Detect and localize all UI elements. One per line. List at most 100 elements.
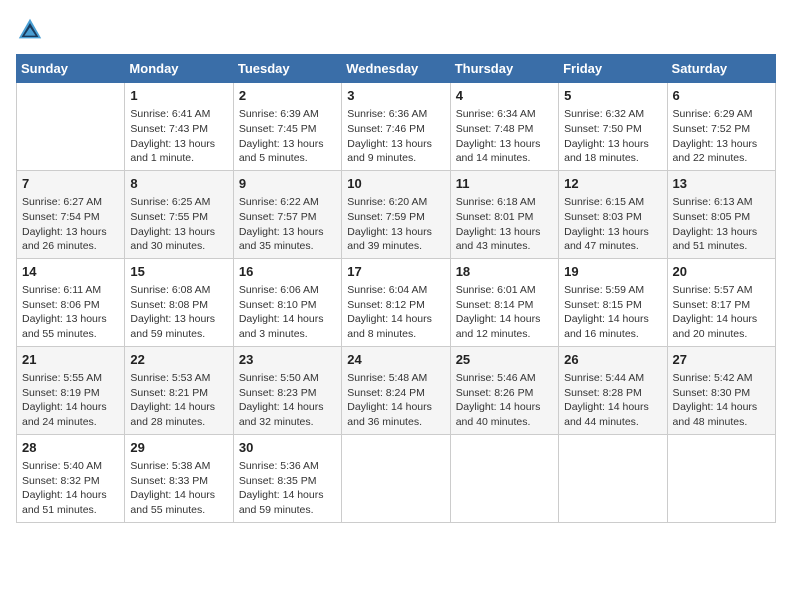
cell-text: Sunset: 8:05 PM [673, 210, 770, 225]
week-row-4: 21Sunrise: 5:55 AMSunset: 8:19 PMDayligh… [17, 346, 776, 434]
day-number: 4 [456, 87, 553, 105]
cell-text: Sunrise: 5:50 AM [239, 371, 336, 386]
calendar-cell: 8Sunrise: 6:25 AMSunset: 7:55 PMDaylight… [125, 170, 233, 258]
day-number: 27 [673, 351, 770, 369]
calendar-header-row: SundayMondayTuesdayWednesdayThursdayFrid… [17, 55, 776, 83]
cell-text: Sunset: 7:57 PM [239, 210, 336, 225]
cell-text: Sunset: 8:06 PM [22, 298, 119, 313]
calendar-cell [667, 434, 775, 522]
calendar-cell: 30Sunrise: 5:36 AMSunset: 8:35 PMDayligh… [233, 434, 341, 522]
day-number: 5 [564, 87, 661, 105]
cell-text: Sunrise: 5:59 AM [564, 283, 661, 298]
cell-text: and 26 minutes. [22, 239, 119, 254]
cell-text: Sunrise: 6:18 AM [456, 195, 553, 210]
cell-text: Daylight: 14 hours [22, 488, 119, 503]
cell-text: Sunset: 8:35 PM [239, 474, 336, 489]
calendar-cell: 4Sunrise: 6:34 AMSunset: 7:48 PMDaylight… [450, 83, 558, 171]
cell-text: Sunset: 8:10 PM [239, 298, 336, 313]
cell-text: Sunset: 8:21 PM [130, 386, 227, 401]
cell-text: Daylight: 13 hours [564, 137, 661, 152]
day-number: 22 [130, 351, 227, 369]
day-number: 16 [239, 263, 336, 281]
calendar-cell: 6Sunrise: 6:29 AMSunset: 7:52 PMDaylight… [667, 83, 775, 171]
cell-text: Sunset: 7:45 PM [239, 122, 336, 137]
column-header-wednesday: Wednesday [342, 55, 450, 83]
cell-text: Sunrise: 6:41 AM [130, 107, 227, 122]
cell-text: and 24 minutes. [22, 415, 119, 430]
calendar-cell: 25Sunrise: 5:46 AMSunset: 8:26 PMDayligh… [450, 346, 558, 434]
calendar-cell: 18Sunrise: 6:01 AMSunset: 8:14 PMDayligh… [450, 258, 558, 346]
cell-text: Sunrise: 6:13 AM [673, 195, 770, 210]
calendar-cell: 10Sunrise: 6:20 AMSunset: 7:59 PMDayligh… [342, 170, 450, 258]
cell-text: Sunrise: 6:27 AM [22, 195, 119, 210]
cell-text: Daylight: 14 hours [347, 400, 444, 415]
column-header-friday: Friday [559, 55, 667, 83]
cell-text: Daylight: 14 hours [564, 312, 661, 327]
cell-text: Sunset: 7:46 PM [347, 122, 444, 137]
cell-text: and 22 minutes. [673, 151, 770, 166]
cell-text: Sunset: 8:23 PM [239, 386, 336, 401]
cell-text: Sunrise: 5:42 AM [673, 371, 770, 386]
calendar-cell [17, 83, 125, 171]
day-number: 23 [239, 351, 336, 369]
cell-text: Daylight: 13 hours [22, 225, 119, 240]
cell-text: Daylight: 13 hours [239, 137, 336, 152]
cell-text: Sunrise: 6:36 AM [347, 107, 444, 122]
cell-text: Daylight: 13 hours [673, 137, 770, 152]
calendar-cell: 19Sunrise: 5:59 AMSunset: 8:15 PMDayligh… [559, 258, 667, 346]
cell-text: and 43 minutes. [456, 239, 553, 254]
day-number: 11 [456, 175, 553, 193]
cell-text: and 12 minutes. [456, 327, 553, 342]
column-header-monday: Monday [125, 55, 233, 83]
calendar-cell: 29Sunrise: 5:38 AMSunset: 8:33 PMDayligh… [125, 434, 233, 522]
cell-text: Daylight: 13 hours [347, 137, 444, 152]
calendar-cell: 13 Sunrise: 6:13 AMSunset: 8:05 PMDayligh… [667, 170, 775, 258]
cell-text: and 28 minutes. [130, 415, 227, 430]
cell-text: Sunrise: 6:25 AM [130, 195, 227, 210]
calendar-cell: 23Sunrise: 5:50 AMSunset: 8:23 PMDayligh… [233, 346, 341, 434]
calendar-cell [342, 434, 450, 522]
day-number: 6 [673, 87, 770, 105]
calendar-cell [450, 434, 558, 522]
cell-text: and 20 minutes. [673, 327, 770, 342]
cell-text: and 55 minutes. [130, 503, 227, 518]
calendar-cell: 9Sunrise: 6:22 AMSunset: 7:57 PMDaylight… [233, 170, 341, 258]
day-number: 20 [673, 263, 770, 281]
cell-text: Daylight: 13 hours [673, 225, 770, 240]
cell-text: Sunrise: 5:57 AM [673, 283, 770, 298]
day-number: 21 [22, 351, 119, 369]
day-number: 17 [347, 263, 444, 281]
week-row-2: 7Sunrise: 6:27 AMSunset: 7:54 PMDaylight… [17, 170, 776, 258]
cell-text: Sunrise: 6:11 AM [22, 283, 119, 298]
cell-text: Sunset: 8:33 PM [130, 474, 227, 489]
cell-text: Sunrise: 5:44 AM [564, 371, 661, 386]
cell-text: and 16 minutes. [564, 327, 661, 342]
column-header-sunday: Sunday [17, 55, 125, 83]
cell-text: Sunset: 8:15 PM [564, 298, 661, 313]
calendar-cell: 22 Sunrise: 5:53 AMSunset: 8:21 PMDayligh… [125, 346, 233, 434]
cell-text: and 30 minutes. [130, 239, 227, 254]
cell-text: Sunrise: 6:04 AM [347, 283, 444, 298]
cell-text: Sunset: 7:59 PM [347, 210, 444, 225]
calendar-cell: 2Sunrise: 6:39 AMSunset: 7:45 PMDaylight… [233, 83, 341, 171]
cell-text: Sunrise: 5:53 AM [130, 371, 227, 386]
column-header-thursday: Thursday [450, 55, 558, 83]
calendar-cell: 27Sunrise: 5:42 AMSunset: 8:30 PMDayligh… [667, 346, 775, 434]
calendar-cell: 28Sunrise: 5:40 AMSunset: 8:32 PMDayligh… [17, 434, 125, 522]
cell-text: Sunrise: 5:36 AM [239, 459, 336, 474]
cell-text: Sunset: 7:48 PM [456, 122, 553, 137]
cell-text: Sunset: 8:26 PM [456, 386, 553, 401]
logo-icon [16, 16, 44, 44]
cell-text: and 32 minutes. [239, 415, 336, 430]
cell-text: and 35 minutes. [239, 239, 336, 254]
column-header-tuesday: Tuesday [233, 55, 341, 83]
day-number: 13 [673, 175, 770, 193]
cell-text: Daylight: 13 hours [456, 225, 553, 240]
cell-text: Daylight: 13 hours [347, 225, 444, 240]
cell-text: Sunrise: 5:48 AM [347, 371, 444, 386]
calendar-cell [559, 434, 667, 522]
cell-text: Daylight: 14 hours [673, 400, 770, 415]
day-number: 1 [130, 87, 227, 105]
calendar-cell: 7Sunrise: 6:27 AMSunset: 7:54 PMDaylight… [17, 170, 125, 258]
cell-text: Daylight: 14 hours [130, 400, 227, 415]
